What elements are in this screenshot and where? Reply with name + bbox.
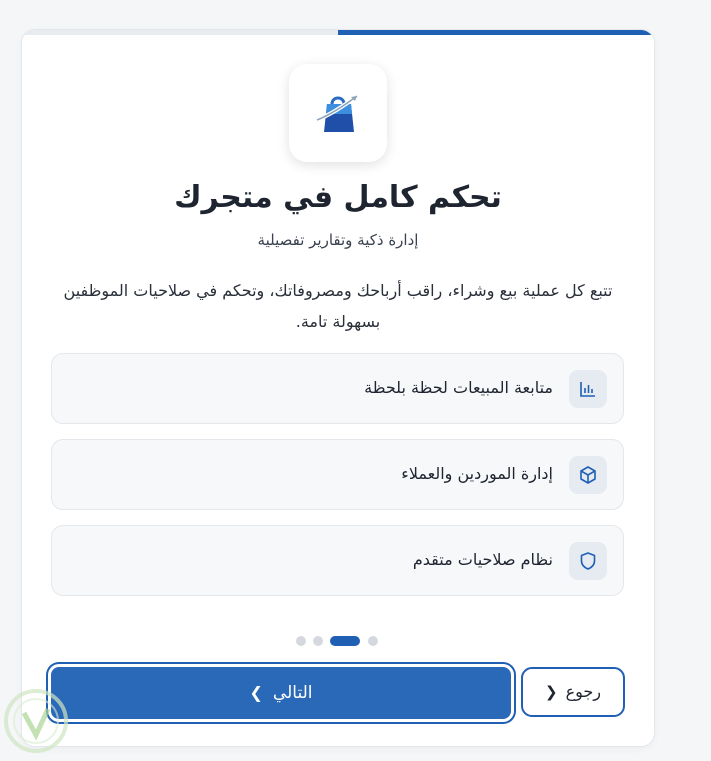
- watermark-logo-icon: [0, 687, 72, 757]
- chevron-left-icon: ❮: [544, 683, 558, 701]
- step-dot[interactable]: [313, 636, 323, 646]
- feature-label: نظام صلاحيات متقدم: [412, 550, 553, 569]
- feature-label: متابعة المبيعات لحظة بلحظة: [364, 378, 553, 397]
- progress-bar-fill: [338, 30, 654, 35]
- feature-permissions: نظام صلاحيات متقدم: [51, 525, 624, 596]
- step-dot[interactable]: [296, 636, 306, 646]
- bar-chart-icon: [569, 370, 607, 408]
- feature-suppliers-customers: إدارة الموردين والعملاء: [51, 439, 624, 510]
- box-icon: [569, 456, 607, 494]
- onboarding-card: تحكم كامل في متجرك إدارة ذكية وتقارير تف…: [21, 29, 655, 747]
- step-indicator: [296, 635, 382, 647]
- page-title: تحكم كامل في متجرك: [174, 180, 502, 215]
- page-description: تتبع كل عملية بيع وشراء، راقب أرباحك ومص…: [63, 281, 613, 331]
- shopping-bag-logo-icon: [289, 64, 387, 162]
- page-subtitle: إدارة ذكية وتقارير تفصيلية: [257, 231, 419, 249]
- chevron-left-icon: ❯: [249, 683, 263, 702]
- back-button-label: رجوع: [565, 682, 601, 701]
- feature-sales-tracking: متابعة المبيعات لحظة بلحظة: [51, 353, 624, 424]
- next-button[interactable]: التالي ❯: [48, 664, 514, 722]
- next-button-label: التالي: [272, 683, 313, 703]
- progress-bar: [22, 30, 654, 35]
- feature-label: إدارة الموردين والعملاء: [401, 464, 553, 483]
- shield-icon: [569, 542, 607, 580]
- step-dot-active[interactable]: [330, 636, 360, 646]
- back-button[interactable]: رجوع ❮: [521, 667, 625, 717]
- step-dot[interactable]: [368, 636, 378, 646]
